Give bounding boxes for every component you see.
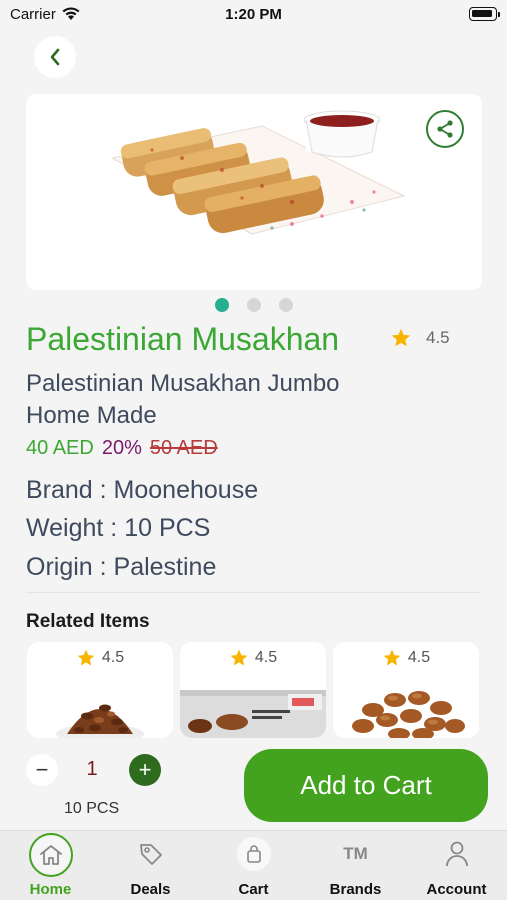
home-icon	[28, 833, 73, 877]
product-subtitle: Palestinian Musakhan Jumbo Home Made	[26, 370, 340, 429]
related-item-card[interactable]: 4.5	[27, 642, 173, 738]
product-image	[112, 110, 406, 235]
rating-value: 4.5	[426, 328, 450, 347]
tab-label: Deals	[130, 881, 171, 898]
origin-info: Origin : Palestine	[26, 553, 217, 581]
tab-label: Brands	[329, 881, 382, 898]
tab-deals[interactable]: Deals	[100, 831, 201, 900]
carousel-pagination	[0, 298, 507, 312]
star-icon	[77, 649, 95, 666]
increase-quantity-button[interactable]: +	[129, 754, 161, 786]
tab-account[interactable]: Account	[406, 831, 507, 900]
tab-cart[interactable]: Cart	[203, 831, 304, 900]
brand-info: Brand : Moonehouse	[26, 476, 259, 504]
related-item-image	[352, 691, 465, 738]
battery-icon	[469, 7, 500, 21]
current-price: 40 AED	[26, 437, 94, 459]
star-icon	[230, 649, 248, 666]
related-item-image	[56, 704, 144, 738]
related-item-card[interactable]: 4.5	[333, 642, 479, 738]
share-button[interactable]	[426, 110, 464, 148]
quantity-unit: 10 PCS	[64, 800, 120, 817]
bottom-tab-bar: Home Deals Cart TM Brands Account	[0, 830, 507, 900]
related-items-heading: Related Items	[26, 611, 150, 632]
back-button[interactable]	[34, 36, 76, 78]
related-item-rating: 4.5	[27, 648, 173, 668]
star-icon	[391, 328, 411, 347]
trademark-icon-text: TM	[343, 844, 368, 863]
rating-value: 4.5	[254, 649, 278, 666]
share-icon	[437, 120, 453, 138]
rating-value: 4.5	[407, 649, 431, 666]
related-item-rating: 4.5	[333, 648, 479, 668]
related-item-rating: 4.5	[180, 648, 326, 668]
status-time: 1:20 PM	[225, 6, 282, 23]
related-item-image	[180, 690, 326, 738]
status-bar: Carrier 1:20 PM	[0, 0, 507, 30]
original-price: 50 AED	[149, 437, 218, 459]
rating-value: 4.5	[101, 649, 125, 666]
related-item-card[interactable]: 4.5	[180, 642, 326, 738]
product-image-carousel[interactable]	[26, 94, 482, 290]
chevron-left-icon	[50, 48, 60, 66]
tab-brands[interactable]: TM Brands	[305, 831, 406, 900]
tab-label: Home	[29, 881, 72, 898]
product-rating: 4.5	[390, 327, 450, 349]
carousel-dot[interactable]	[214, 298, 229, 312]
shopping-bag-icon	[236, 837, 271, 871]
carousel-dot[interactable]	[278, 298, 293, 312]
tab-home[interactable]: Home	[0, 831, 101, 900]
star-icon	[383, 649, 401, 666]
weight-info: Weight : 10 PCS	[26, 514, 211, 542]
quantity-value: 1	[86, 758, 98, 780]
carousel-dot[interactable]	[246, 298, 261, 312]
add-to-cart-button[interactable]: Add to Cart	[244, 749, 488, 822]
divider	[26, 592, 481, 593]
price-row: 40 AED 20% 50 AED	[26, 437, 218, 460]
product-title: Palestinian Musakhan	[26, 321, 340, 357]
decrease-quantity-button[interactable]: −	[26, 754, 58, 786]
tab-label: Cart	[238, 881, 269, 898]
tag-icon	[134, 837, 168, 871]
tab-label: Account	[426, 881, 487, 898]
user-icon	[440, 837, 474, 871]
trademark-icon: TM	[339, 837, 373, 871]
discount-percent: 20%	[101, 437, 142, 459]
